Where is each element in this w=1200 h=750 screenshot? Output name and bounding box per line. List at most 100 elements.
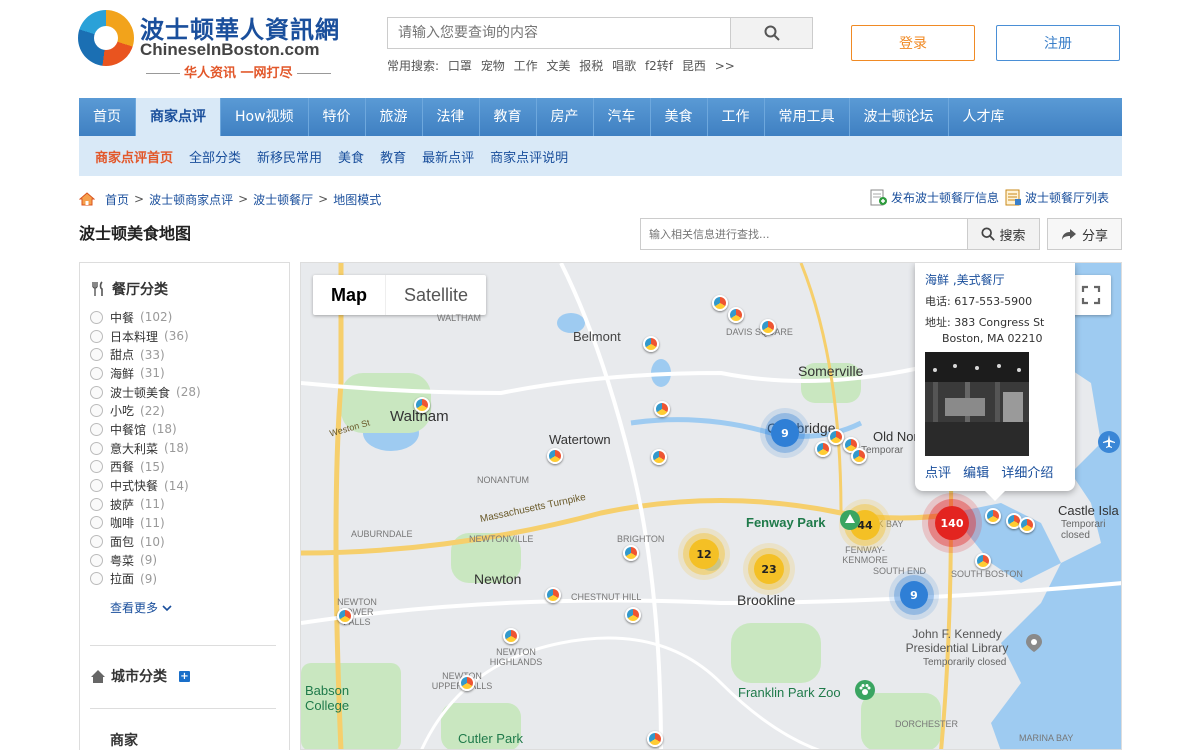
site-search-input[interactable] [388,18,732,48]
nav-item-jobs[interactable]: 工作 [708,98,765,136]
nav-item-reviews[interactable]: 商家点评 [136,98,221,136]
subnav-item-about-reviews[interactable]: 商家点评说明 [490,147,568,166]
radio-button[interactable] [90,366,103,380]
nav-item-home[interactable]: 首页 [79,98,136,136]
publish-restaurant-link[interactable]: 发布波士顿餐厅信息 [891,189,999,206]
nav-item-cars[interactable]: 汽车 [594,98,651,136]
hot-search-link[interactable]: 文美 [546,59,570,73]
category-option[interactable]: 海鲜 (31) [90,364,280,383]
category-option[interactable]: 日本料理 (36) [90,327,280,346]
fullscreen-button[interactable] [1071,275,1111,315]
hot-search-link[interactable]: 唱歌 [612,59,636,73]
category-option[interactable]: 拉面 (9) [90,570,280,589]
nav-item-housing[interactable]: 房产 [537,98,594,136]
nav-item-food[interactable]: 美食 [651,98,708,136]
site-search-button[interactable] [730,18,812,48]
category-option[interactable]: 披萨 (11) [90,495,280,514]
radio-button[interactable] [90,310,103,324]
map-search-button[interactable]: 搜索 [967,219,1039,249]
breadcrumb-home[interactable]: 首页 [105,191,129,208]
marker-cluster[interactable]: 140 [935,506,969,540]
category-option[interactable]: 面包 (10) [90,532,280,551]
subnav-item-latest-reviews[interactable]: 最新点评 [422,147,474,166]
radio-button[interactable] [90,329,103,343]
radio-button[interactable] [90,422,103,436]
radio-button[interactable] [90,497,103,511]
hot-search-link[interactable]: 报税 [579,59,603,73]
marker-cluster[interactable]: 9 [771,419,799,447]
breadcrumb-reviews[interactable]: 波士顿商家点评 [149,191,233,208]
restaurant-marker[interactable] [975,553,991,569]
radio-button[interactable] [90,535,103,549]
radio-button[interactable] [90,516,103,530]
hot-search-link[interactable]: 工作 [514,59,538,73]
breadcrumb-map-mode[interactable]: 地图模式 [333,191,381,208]
map-type-satellite[interactable]: Satellite [385,275,486,315]
restaurant-marker[interactable] [1019,517,1035,533]
category-option[interactable]: 西餐 (15) [90,458,280,477]
restaurant-list-link[interactable]: 波士顿餐厅列表 [1025,189,1109,206]
hot-search-link[interactable]: 昆西 [682,59,706,73]
category-option[interactable]: 甜点 (33) [90,345,280,364]
restaurant-marker[interactable] [760,319,776,335]
restaurant-marker[interactable] [654,401,670,417]
register-button[interactable]: 注册 [996,25,1120,61]
breadcrumb-restaurants[interactable]: 波士顿餐厅 [253,191,313,208]
subnav-item-reviews-home[interactable]: 商家点评首页 [95,147,173,166]
restaurant-marker[interactable] [651,449,667,465]
restaurant-marker[interactable] [503,628,519,644]
category-option[interactable]: 中式快餐 (14) [90,476,280,495]
login-button[interactable]: 登录 [851,25,975,61]
restaurant-marker[interactable] [625,607,641,623]
nav-item-education[interactable]: 教育 [480,98,537,136]
nav-item-forum[interactable]: 波士顿论坛 [850,98,949,136]
category-option[interactable]: 咖啡 (11) [90,514,280,533]
marker-cluster[interactable]: 9 [900,581,928,609]
popup-review-link[interactable]: 点评 [925,466,951,481]
subnav-item-food[interactable]: 美食 [338,147,364,166]
restaurant-marker[interactable] [547,448,563,464]
marker-cluster[interactable]: 12 [689,539,719,569]
subnav-item-all-categories[interactable]: 全部分类 [189,147,241,166]
category-option[interactable]: 粤菜 (9) [90,551,280,570]
hot-search-link[interactable]: 宠物 [481,59,505,73]
nav-item-travel[interactable]: 旅游 [366,98,423,136]
radio-button[interactable] [90,404,103,418]
restaurant-marker[interactable] [337,608,353,624]
nav-item-tools[interactable]: 常用工具 [765,98,850,136]
restaurant-marker[interactable] [828,429,844,445]
hot-search-link[interactable]: f2转f [645,59,673,73]
category-option[interactable]: 波士顿美食 (28) [90,383,280,402]
marker-cluster[interactable]: 23 [754,554,784,584]
restaurant-marker[interactable] [459,675,475,691]
popup-details-link[interactable]: 详细介绍 [1001,466,1053,481]
expand-plus-icon[interactable]: + [179,670,190,682]
radio-button[interactable] [90,479,103,493]
restaurant-marker[interactable] [851,448,867,464]
popup-restaurant-name[interactable]: 海鲜 ,美式餐厅 [925,271,1065,288]
site-logo[interactable]: 波士顿華人資訊網 ChineseInBoston.com 华人资讯 一网打尽 [78,8,348,82]
nav-item-deals[interactable]: 特价 [309,98,366,136]
radio-button[interactable] [90,348,103,362]
restaurant-marker[interactable] [985,508,1001,524]
category-option[interactable]: 小吃 (22) [90,401,280,420]
map-search-input[interactable] [641,219,967,249]
restaurant-marker[interactable] [728,307,744,323]
share-button[interactable]: 分享 [1047,218,1122,250]
hot-search-more-link[interactable]: >> [715,59,735,73]
restaurant-marker[interactable] [815,441,831,457]
subnav-item-education[interactable]: 教育 [380,147,406,166]
hot-search-link[interactable]: 口罩 [448,59,472,73]
radio-button[interactable] [90,572,103,586]
restaurant-marker[interactable] [643,336,659,352]
nav-item-how-video[interactable]: How视频 [221,98,309,136]
category-option[interactable]: 意大利菜 (18) [90,439,280,458]
restaurant-marker[interactable] [623,545,639,561]
map-type-map[interactable]: Map [313,275,385,315]
restaurant-marker[interactable] [712,295,728,311]
restaurant-marker[interactable] [647,731,663,747]
radio-button[interactable] [90,553,103,567]
restaurant-marker[interactable] [414,397,430,413]
category-option[interactable]: 中餐馆 (18) [90,420,280,439]
nav-item-law[interactable]: 法律 [423,98,480,136]
